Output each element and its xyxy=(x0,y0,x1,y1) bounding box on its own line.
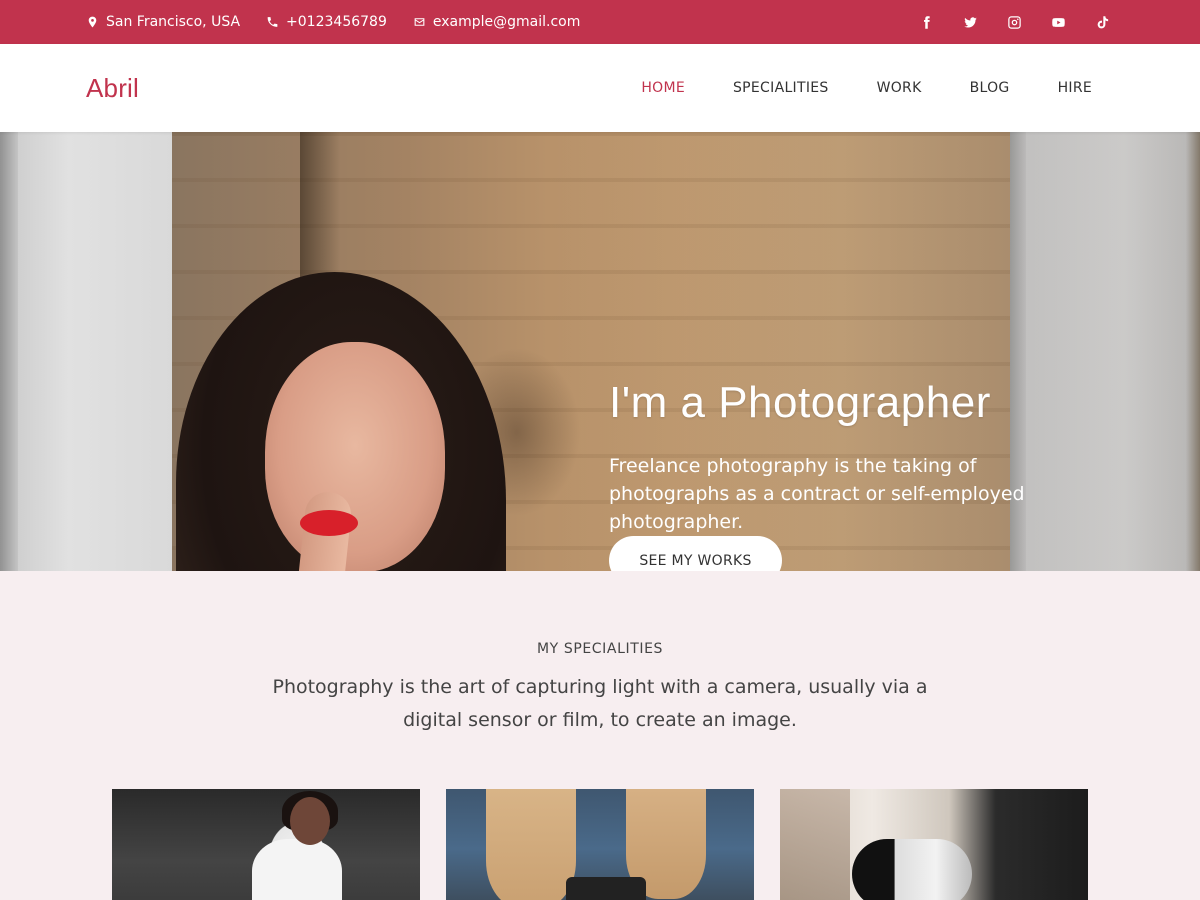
contact-info: San Francisco, USA +0123456789 example@g… xyxy=(86,14,580,30)
youtube-icon[interactable] xyxy=(1050,14,1066,30)
tiktok-icon[interactable] xyxy=(1094,14,1110,30)
phone-contact[interactable]: +0123456789 xyxy=(266,14,387,30)
twitter-icon[interactable] xyxy=(962,14,978,30)
speciality-card-fashion-photo[interactable] xyxy=(112,789,420,900)
main-nav: HOME SPECIALITIES WORK BLOG HIRE xyxy=(641,80,1114,96)
hero-subtitle: Freelance photography is the taking of p… xyxy=(609,455,1025,533)
top-bar: San Francisco, USA +0123456789 example@g… xyxy=(0,0,1200,44)
email-contact[interactable]: example@gmail.com xyxy=(413,14,581,30)
phone-icon xyxy=(267,17,278,27)
site-logo[interactable]: Abril xyxy=(86,73,139,104)
hero-section: I'm a Photographer Freelance photography… xyxy=(0,132,1200,571)
location-text: San Francisco, USA xyxy=(106,14,241,30)
speciality-card-camera-photo[interactable] xyxy=(446,789,754,900)
nav-hire[interactable]: HIRE xyxy=(1058,80,1092,96)
location-contact: San Francisco, USA xyxy=(86,14,240,30)
social-links xyxy=(918,14,1114,30)
specialities-eyebrow: MY SPECIALITIES xyxy=(536,641,664,657)
phone-text: +0123456789 xyxy=(286,14,387,30)
nav-blog[interactable]: BLOG xyxy=(970,80,1010,96)
facebook-icon[interactable] xyxy=(918,14,934,30)
instagram-icon[interactable] xyxy=(1006,14,1022,30)
nav-home[interactable]: HOME xyxy=(641,80,685,96)
speciality-cards xyxy=(0,789,1200,900)
email-text: example@gmail.com xyxy=(432,14,581,30)
envelope-icon xyxy=(414,18,425,26)
speciality-card-lens-photo[interactable] xyxy=(780,789,1088,900)
site-header: Abril HOME SPECIALITIES WORK BLOG HIRE xyxy=(0,44,1200,132)
nav-specialities[interactable]: SPECIALITIES xyxy=(733,80,829,96)
map-pin-icon xyxy=(88,16,97,28)
specialities-section: MY SPECIALITIES Photography is the art o… xyxy=(0,571,1200,900)
hero-title: I'm a Photographer xyxy=(609,378,991,427)
nav-work[interactable]: WORK xyxy=(877,80,922,96)
hero-text: I'm a Photographer Freelance photography… xyxy=(609,378,1109,536)
see-my-works-button[interactable]: SEE MY WORKS xyxy=(609,536,782,571)
specialities-description: Photography is the art of capturing ligh… xyxy=(272,676,928,731)
